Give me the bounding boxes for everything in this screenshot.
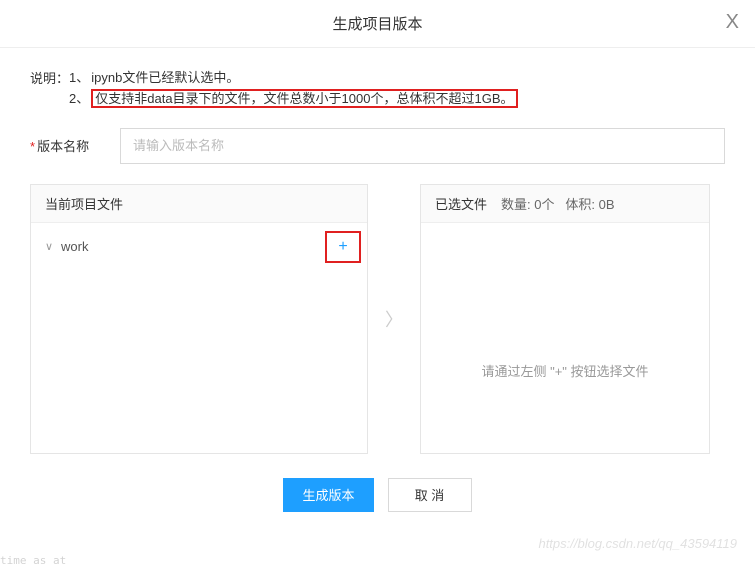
version-name-input[interactable] [120,128,725,164]
selected-count-value: 0个 [534,197,554,212]
current-files-title: 当前项目文件 [45,194,123,213]
panel-gap: 〉 [368,184,420,454]
version-name-row: *版本名称 [30,128,725,164]
selected-empty-hint: 请通过左侧 "+" 按钮选择文件 [421,361,709,380]
desc-line1-text: ipynb文件已经默认选中。 [91,70,239,85]
selected-files-header: 已选文件 数量: 0个 体积: 0B [421,185,709,223]
description-label: 说明： [30,68,69,110]
desc-line2-text: 仅支持非data目录下的文件，文件总数小于1000个，总体积不超过1GB。 [91,89,517,108]
tree-item-root[interactable]: ∨ work + [31,231,367,263]
desc-line2-num: 2、 [69,91,89,106]
selected-size-value: 0B [599,197,615,212]
add-file-icon[interactable]: + [333,238,353,256]
current-files-panel: 当前项目文件 ∨ work + [30,184,368,454]
arrow-right-icon: 〉 [385,306,403,332]
desc-line1-num: 1、 [69,70,89,85]
background-code-text: time as at [0,554,66,567]
tree-root-label: work [61,239,333,254]
selected-files-body: 请通过左侧 "+" 按钮选择文件 [421,223,709,453]
current-files-body: ∨ work + [31,223,367,453]
chevron-down-icon[interactable]: ∨ [45,240,61,253]
selected-count-label: 数量: [501,197,531,212]
cancel-button[interactable]: 取 消 [388,478,472,512]
selected-files-title: 已选文件 [435,194,487,213]
dialog-header: 生成项目版本 X [0,0,755,48]
submit-button[interactable]: 生成版本 [283,478,373,512]
current-files-header: 当前项目文件 [31,185,367,223]
description-block: 说明： 1、ipynb文件已经默认选中。 2、仅支持非data目录下的文件，文件… [30,68,725,110]
dialog-title: 生成项目版本 [332,13,422,34]
watermark-text: https://blog.csdn.net/qq_43594119 [538,536,737,551]
selected-files-panel: 已选文件 数量: 0个 体积: 0B 请通过左侧 "+" 按钮选择文件 [420,184,710,454]
selected-size-label: 体积: [565,197,595,212]
version-name-label: *版本名称 [30,136,120,155]
dialog-footer: 生成版本 取 消 [30,478,725,512]
close-icon[interactable]: X [726,12,739,32]
